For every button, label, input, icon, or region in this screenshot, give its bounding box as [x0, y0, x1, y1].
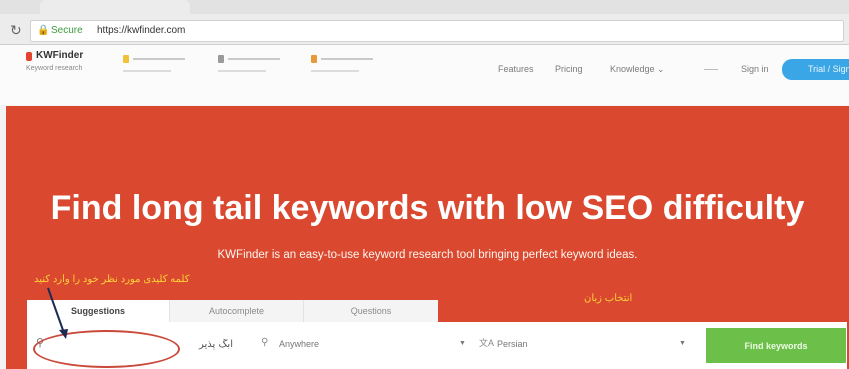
hero-headline: Find long tail keywords with low SEO dif… [50, 189, 805, 227]
product-desc-placeholder [123, 70, 171, 72]
hero-subheadline: KWFinder is an easy-to-use keyword resea… [217, 249, 638, 261]
address-bar[interactable]: 🔒 Secure https://kwfinder.com [30, 20, 844, 42]
reload-icon[interactable]: ↻ [10, 22, 22, 38]
language-icon: 文A [479, 338, 495, 348]
tab-autocomplete[interactable]: Autocomplete [169, 300, 303, 322]
location-select[interactable] [279, 336, 439, 352]
product-icon [123, 55, 129, 63]
annotation-keyword-hint: کلمه کلیدی مورد نظر خود را وارد کنید [34, 274, 190, 285]
find-keywords-button[interactable]: Find keywords [706, 328, 846, 363]
site-navigation: KWFinder Keyword research Features Prici… [0, 45, 849, 105]
browser-tab-strip [0, 0, 849, 14]
nav-product-3[interactable] [311, 53, 391, 77]
annotation-language-hint: انتخاب زبان [584, 293, 633, 304]
nav-link-pricing[interactable]: Pricing [555, 63, 583, 75]
lock-icon: 🔒 [37, 25, 50, 36]
location-pin-icon: ⚲ [261, 337, 269, 348]
product-name-placeholder [133, 58, 185, 60]
tab-questions[interactable]: Questions [303, 300, 438, 322]
browser-tab[interactable] [40, 0, 190, 14]
product-icon [311, 55, 317, 63]
product-name-placeholder [228, 58, 280, 60]
logo-tagline: Keyword research [26, 65, 83, 72]
kwfinder-logo-icon [26, 52, 32, 61]
nav-link-knowledge[interactable]: Knowledge ⌄ [610, 63, 665, 75]
nav-product-1[interactable] [123, 53, 203, 77]
nav-product-2[interactable] [218, 53, 298, 77]
logo[interactable]: KWFinder [36, 50, 83, 62]
tab-suggestions[interactable]: Suggestions [27, 300, 169, 322]
nav-link-sign-in[interactable]: Sign in [741, 63, 769, 75]
product-desc-placeholder [218, 70, 266, 72]
url-text[interactable]: https://kwfinder.com [97, 25, 185, 37]
browser-toolbar: ↻ 🔒 Secure https://kwfinder.com [0, 0, 849, 45]
language-caret-down-icon[interactable]: ▼ [679, 339, 686, 349]
language-select[interactable] [497, 336, 657, 352]
nav-link-features[interactable]: Features [498, 63, 534, 75]
location-caret-down-icon[interactable]: ▼ [459, 339, 466, 349]
product-desc-placeholder [311, 70, 359, 72]
secure-label: Secure [51, 25, 83, 36]
product-name-placeholder [321, 58, 373, 60]
search-form: ⚲ ⚲ ▼ 文A ▼ Find keywords [27, 322, 847, 369]
signup-button[interactable]: Trial / Signup [782, 59, 849, 80]
product-icon [218, 55, 224, 63]
nav-divider [704, 69, 718, 70]
annotation-highlight-circle [33, 330, 180, 368]
screenshot: ↻ 🔒 Secure https://kwfinder.com KWFinder… [0, 0, 849, 369]
